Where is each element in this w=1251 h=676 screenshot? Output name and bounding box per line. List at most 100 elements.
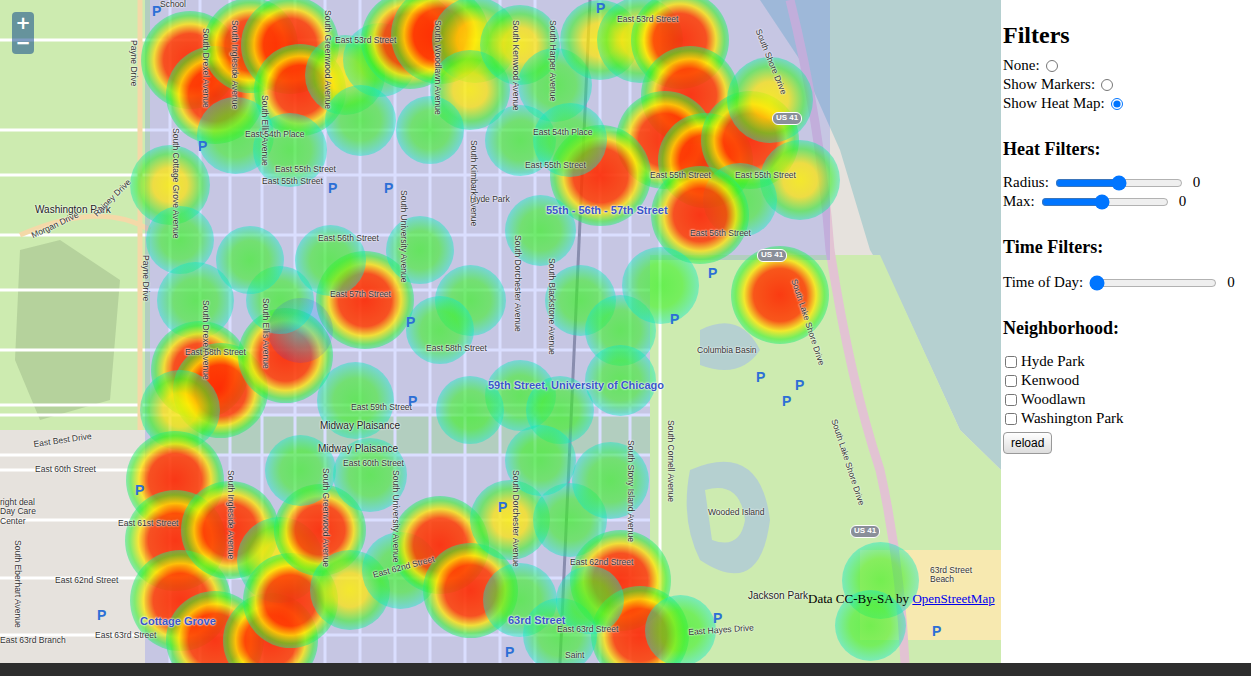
mode-radio[interactable] — [1101, 79, 1113, 91]
neighborhood-label: Woodlawn — [1021, 390, 1086, 409]
slider[interactable] — [1041, 195, 1169, 209]
map-label: East 54th Place — [245, 130, 305, 139]
parking-marker: P — [408, 394, 417, 408]
map-label: East Best Drive — [33, 432, 92, 449]
map-label: South Greenwood Avenue — [321, 468, 330, 567]
map-label: South Greenwood Avenue — [323, 10, 332, 109]
map-label: South Lake Shore Drive — [789, 278, 826, 367]
parking-marker: P — [596, 1, 605, 15]
map-label: South Kenwood Avenue — [511, 20, 520, 111]
map-label: East 55th Street — [735, 171, 796, 180]
map-label: Wooded Island — [708, 508, 765, 517]
neighborhood-option[interactable]: Washington Park — [1003, 409, 1251, 428]
heat-point — [396, 96, 464, 164]
label-layer: SchoolPayne DrivePayne DriveWashington P… — [0, 0, 1001, 663]
neighborhood-checkbox[interactable] — [1005, 356, 1017, 368]
map-label: East 62nd Street — [55, 576, 118, 585]
map-label: South Kimbark Avenue — [469, 140, 478, 226]
map-label: South Woodlawn Avenue — [433, 20, 442, 115]
heat-point — [216, 226, 284, 294]
mode-radio[interactable] — [1111, 98, 1123, 110]
map-label: East 56th Street — [690, 229, 751, 238]
map-label: East 60th Street — [35, 465, 96, 474]
heat-point — [572, 442, 649, 519]
map-label: South Dorchester Avenue — [511, 470, 520, 567]
slider-reading: 0 — [1179, 192, 1187, 211]
map-label: East 55th Street — [525, 161, 586, 170]
map-label: East 53rd Street — [617, 15, 678, 24]
parking-marker: P — [406, 315, 415, 329]
neighborhood-option[interactable]: Hyde Park — [1003, 352, 1251, 371]
reload-button[interactable]: reload — [1003, 432, 1052, 454]
map-label: South University Avenue — [391, 470, 400, 562]
zoom-in-button[interactable]: + — [13, 13, 33, 33]
heat-point — [622, 247, 699, 324]
neighborhood-option[interactable]: Kenwood — [1003, 371, 1251, 390]
map-label: Hyde Park — [470, 195, 510, 204]
map-label: Cottage Grove — [140, 615, 216, 627]
parking-marker: P — [328, 181, 337, 195]
map-label: South University Avenue — [399, 190, 408, 282]
heat-point — [325, 85, 396, 156]
parking-marker: P — [932, 624, 941, 638]
heat-point — [406, 296, 474, 364]
map-label: East 63rd Street — [557, 625, 618, 634]
heat-layer — [0, 0, 1001, 663]
mode-label: Show Heat Map: — [1003, 94, 1105, 113]
map-label: South Harper Avenue — [548, 20, 557, 101]
neighborhood-label: Washington Park — [1021, 409, 1124, 428]
highway-shield: US 41 — [772, 112, 802, 125]
map-label: East 61st Street — [118, 519, 178, 528]
map-label: Payne Drive — [129, 40, 138, 86]
map-label: East 56th Street — [318, 234, 379, 243]
neighborhood-label: Hyde Park — [1021, 352, 1085, 371]
map-label: 63rd Street — [508, 614, 565, 626]
map-label: right deal Day Care Center — [0, 498, 46, 526]
section-title: Time Filters: — [1003, 235, 1251, 259]
map-label: Columbia Basin — [697, 346, 757, 355]
section-title: Neighborhood: — [1003, 316, 1251, 340]
map-label: East 58th Street — [185, 348, 246, 357]
map-label: Payne Drive — [141, 255, 150, 301]
filter-panel: FiltersNone:Show Markers:Show Heat Map:H… — [1001, 0, 1251, 663]
slider[interactable] — [1089, 276, 1217, 290]
map[interactable]: SchoolPayne DrivePayne DriveWashington P… — [0, 0, 1001, 663]
map-label: South Drexel Avenue — [201, 300, 210, 380]
map-label: East 58th Street — [426, 344, 487, 353]
zoom-out-button[interactable]: − — [13, 33, 33, 53]
mode-radio[interactable] — [1046, 60, 1058, 72]
slider[interactable] — [1055, 176, 1183, 190]
slider-row: Time of Day:0 — [1003, 273, 1251, 292]
neighborhood-checkbox[interactable] — [1005, 394, 1017, 406]
heat-point — [386, 216, 454, 284]
map-label: East 60th Street — [343, 459, 404, 468]
slider-row: Radius:0 — [1003, 173, 1251, 192]
neighborhood-option[interactable]: Woodlawn — [1003, 390, 1251, 409]
map-label: South Lake Shore Drive — [829, 418, 866, 507]
map-label: East 54th Place — [533, 128, 593, 137]
map-label: East Hayes Drive — [688, 623, 754, 637]
neighborhood-label: Kenwood — [1021, 371, 1079, 390]
map-label: South Cottage Grove Avenue — [171, 128, 180, 238]
parking-marker: P — [708, 266, 717, 280]
map-label: School — [160, 0, 186, 9]
slider-label: Time of Day: — [1003, 273, 1083, 292]
map-label: Midway Plaisance — [318, 443, 398, 454]
map-label: Rainey Drive — [92, 178, 133, 219]
mode-option: None: — [1003, 56, 1251, 75]
neighborhood-checkbox[interactable] — [1005, 413, 1017, 425]
highway-shield: US 41 — [757, 249, 787, 262]
parking-marker: P — [198, 139, 207, 153]
map-label: 63rd Street Beach — [930, 566, 976, 585]
map-label: East 59th Street — [351, 403, 412, 412]
neighborhood-checkbox[interactable] — [1005, 375, 1017, 387]
map-label: East 62nd Street — [372, 555, 436, 580]
parking-marker: P — [713, 611, 722, 625]
mode-option: Show Heat Map: — [1003, 94, 1251, 113]
osm-link[interactable]: OpenStreetMap — [912, 591, 994, 606]
highway-shield: US 41 — [850, 525, 880, 538]
map-label: East 55th Street — [650, 171, 711, 180]
map-label: East 55th Street — [275, 165, 336, 174]
parking-marker: P — [756, 370, 765, 384]
map-label: East 57th Street — [330, 290, 391, 299]
